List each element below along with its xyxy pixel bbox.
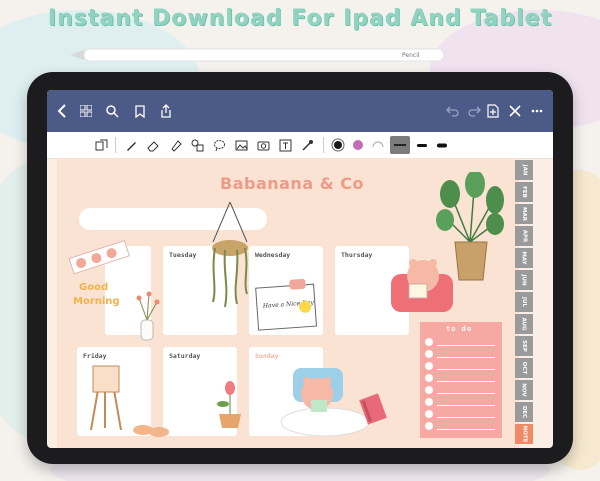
tab-jun[interactable]: JUN <box>515 270 533 290</box>
shape-icon[interactable] <box>189 137 205 153</box>
color-black-swatch[interactable] <box>330 137 346 153</box>
todo-item[interactable] <box>425 398 499 407</box>
bookmark-icon[interactable] <box>131 102 149 120</box>
drawing-toolbar <box>47 132 553 159</box>
todo-panel[interactable]: to do <box>420 322 502 438</box>
undo-icon[interactable] <box>443 102 461 120</box>
month-tabs: JAN FEB MAR APR MAY JUN JUL AUG SEP OCT … <box>515 160 535 446</box>
stylus-pencil: Pencil <box>70 48 445 62</box>
day-label-saturday: Saturday <box>169 352 201 360</box>
share-icon[interactable] <box>157 102 175 120</box>
day-label-friday: Friday <box>83 352 107 360</box>
toolbar-divider <box>323 137 324 153</box>
potted-plant-sticker <box>436 172 504 281</box>
tab-apr[interactable]: APR <box>515 226 533 246</box>
lasso-shapes-icon[interactable] <box>93 137 109 153</box>
todo-item[interactable] <box>425 338 499 347</box>
tab-jan[interactable]: JAN <box>515 160 533 180</box>
pencil-brand: Pencil <box>402 52 420 59</box>
back-chevron-icon[interactable] <box>53 102 71 120</box>
close-icon[interactable] <box>506 102 524 120</box>
todo-item[interactable] <box>425 362 499 371</box>
day-label-tuesday: Tuesday <box>169 251 197 259</box>
tab-dec[interactable]: DEC <box>515 402 533 422</box>
tab-sep[interactable]: SEP <box>515 336 533 356</box>
toolbar-divider <box>115 137 116 153</box>
todo-item[interactable] <box>425 386 499 395</box>
tab-note[interactable]: NOTE <box>515 424 533 444</box>
todo-title: to do <box>446 325 473 333</box>
grid-icon[interactable] <box>77 102 95 120</box>
add-page-icon[interactable] <box>484 102 502 120</box>
hanging-plant-sticker <box>212 202 248 308</box>
day-label-thursday: Thursday <box>341 251 373 259</box>
day-label-wednesday: Wednesday <box>255 251 291 259</box>
easel-and-slippers-sticker <box>90 365 169 437</box>
tab-feb[interactable]: FEB <box>515 182 533 202</box>
color-purple-swatch[interactable] <box>350 137 366 153</box>
more-icon[interactable] <box>528 102 546 120</box>
svg-text:Morning: Morning <box>73 296 120 307</box>
headline: Instant Download For Ipad And Tablet <box>47 6 553 31</box>
image-icon[interactable] <box>233 137 249 153</box>
stroke-bold-button[interactable] <box>435 137 451 153</box>
svg-text:Good: Good <box>79 282 108 293</box>
tablet-screen: Babanana & Co Tuesday Wednesday Thursday… <box>47 90 553 448</box>
camera-icon[interactable] <box>255 137 271 153</box>
tab-nov[interactable]: NOV <box>515 380 533 400</box>
tab-jul[interactable]: JUL <box>515 292 533 312</box>
stroke-medium-button[interactable] <box>415 137 431 153</box>
stroke-thick-button[interactable] <box>390 136 410 154</box>
todo-item[interactable] <box>425 410 499 419</box>
book-sticker <box>359 393 387 425</box>
tab-oct[interactable]: OCT <box>515 358 533 378</box>
lasso-icon[interactable] <box>211 137 227 153</box>
pen-icon[interactable] <box>123 137 139 153</box>
laser-icon[interactable] <box>299 137 315 153</box>
planner-brand-title: Babanana & Co <box>220 174 364 193</box>
tab-aug[interactable]: AUG <box>515 314 533 334</box>
todo-item[interactable] <box>425 422 499 431</box>
redo-icon[interactable] <box>465 102 483 120</box>
tab-mar[interactable]: MAR <box>515 204 533 224</box>
eraser-icon[interactable] <box>145 137 161 153</box>
day-label-sunday: Sunday <box>255 352 279 360</box>
tulip-pot-sticker <box>217 381 241 428</box>
text-icon[interactable] <box>277 137 293 153</box>
note-sticker: Have a Nice Day <box>255 278 318 331</box>
tab-may[interactable]: MAY <box>515 248 533 268</box>
search-icon[interactable] <box>103 102 121 120</box>
color-white-swatch[interactable] <box>370 137 386 153</box>
top-navigation-bar <box>47 90 553 132</box>
highlighter-icon[interactable] <box>167 137 183 153</box>
todo-item[interactable] <box>425 374 499 383</box>
flower-vase-sticker <box>136 291 160 341</box>
todo-item[interactable] <box>425 350 499 359</box>
